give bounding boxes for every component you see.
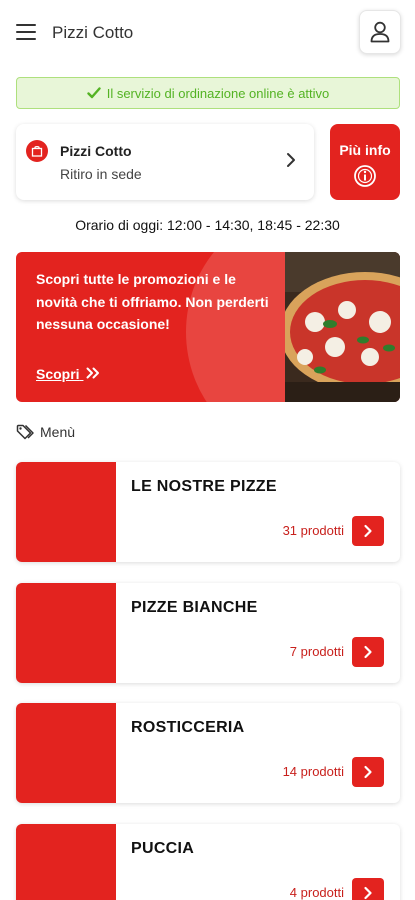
category-open-button[interactable]	[352, 757, 384, 787]
category-name: PIZZE BIANCHE	[131, 599, 258, 616]
tags-icon	[16, 424, 34, 440]
more-info-button[interactable]: Più info	[330, 124, 400, 200]
menu-section-title: Menù	[16, 424, 75, 440]
promo-banner[interactable]: Scopri tutte le promozioni e le novità c…	[16, 252, 400, 402]
hamburger-icon[interactable]	[16, 24, 36, 40]
category-product-count: 7 prodotti	[289, 644, 344, 659]
category-card-rosticceria[interactable]: ROSTICCERIA 14 prodotti	[16, 703, 400, 803]
category-card-puccia[interactable]: PUCCIA 4 prodotti	[16, 824, 400, 900]
category-thumbnail	[16, 824, 116, 900]
promo-discover-link[interactable]: Scopri	[36, 366, 100, 382]
store-name: Pizzi Cotto	[60, 143, 132, 159]
store-selector-card[interactable]: Pizzi Cotto Ritiro in sede	[16, 124, 314, 200]
chevron-right-icon	[364, 765, 372, 779]
category-card-le-nostre-pizze[interactable]: LE NOSTRE PIZZE 31 prodotti	[16, 462, 400, 562]
more-info-label: Più info	[339, 142, 391, 158]
promo-link-label: Scopri	[36, 366, 80, 382]
chevron-right-icon	[364, 524, 372, 538]
category-name: PUCCIA	[131, 840, 195, 857]
category-thumbnail	[16, 583, 116, 683]
chevron-right-icon	[364, 645, 372, 659]
check-icon	[87, 87, 101, 99]
category-open-button[interactable]	[352, 637, 384, 667]
opening-hours: Orario di oggi: 12:00 - 14:30, 18:45 - 2…	[75, 217, 340, 233]
category-name: ROSTICCERIA	[131, 719, 245, 736]
category-open-button[interactable]	[352, 878, 384, 900]
app-title: Pizzi Cotto	[52, 23, 134, 42]
double-chevron-right-icon	[86, 367, 100, 379]
store-delivery-mode: Ritiro in sede	[60, 166, 142, 182]
category-name: LE NOSTRE PIZZE	[131, 478, 277, 495]
menu-title-label: Menù	[40, 424, 76, 440]
promo-text: Scopri tutte le promozioni e le novità c…	[36, 271, 269, 332]
pizza-image	[285, 252, 400, 402]
chevron-right-icon	[364, 886, 372, 900]
category-product-count: 14 prodotti	[282, 764, 344, 779]
category-thumbnail	[16, 462, 116, 562]
category-open-button[interactable]	[352, 516, 384, 546]
online-status-banner: Il servizio di ordinazione online è atti…	[16, 77, 400, 109]
user-icon	[370, 21, 390, 43]
online-status-text: Il servizio di ordinazione online è atti…	[106, 85, 330, 101]
user-account-button[interactable]	[359, 10, 401, 54]
category-product-count: 31 prodotti	[282, 523, 344, 538]
app-header: Pizzi Cotto	[0, 0, 415, 66]
category-thumbnail	[16, 703, 116, 803]
category-product-count: 4 prodotti	[289, 885, 344, 900]
category-card-pizze-bianche[interactable]: PIZZE BIANCHE 7 prodotti	[16, 583, 400, 683]
shopping-bag-icon	[26, 140, 48, 162]
chevron-right-icon	[287, 153, 295, 167]
info-icon	[354, 165, 376, 187]
